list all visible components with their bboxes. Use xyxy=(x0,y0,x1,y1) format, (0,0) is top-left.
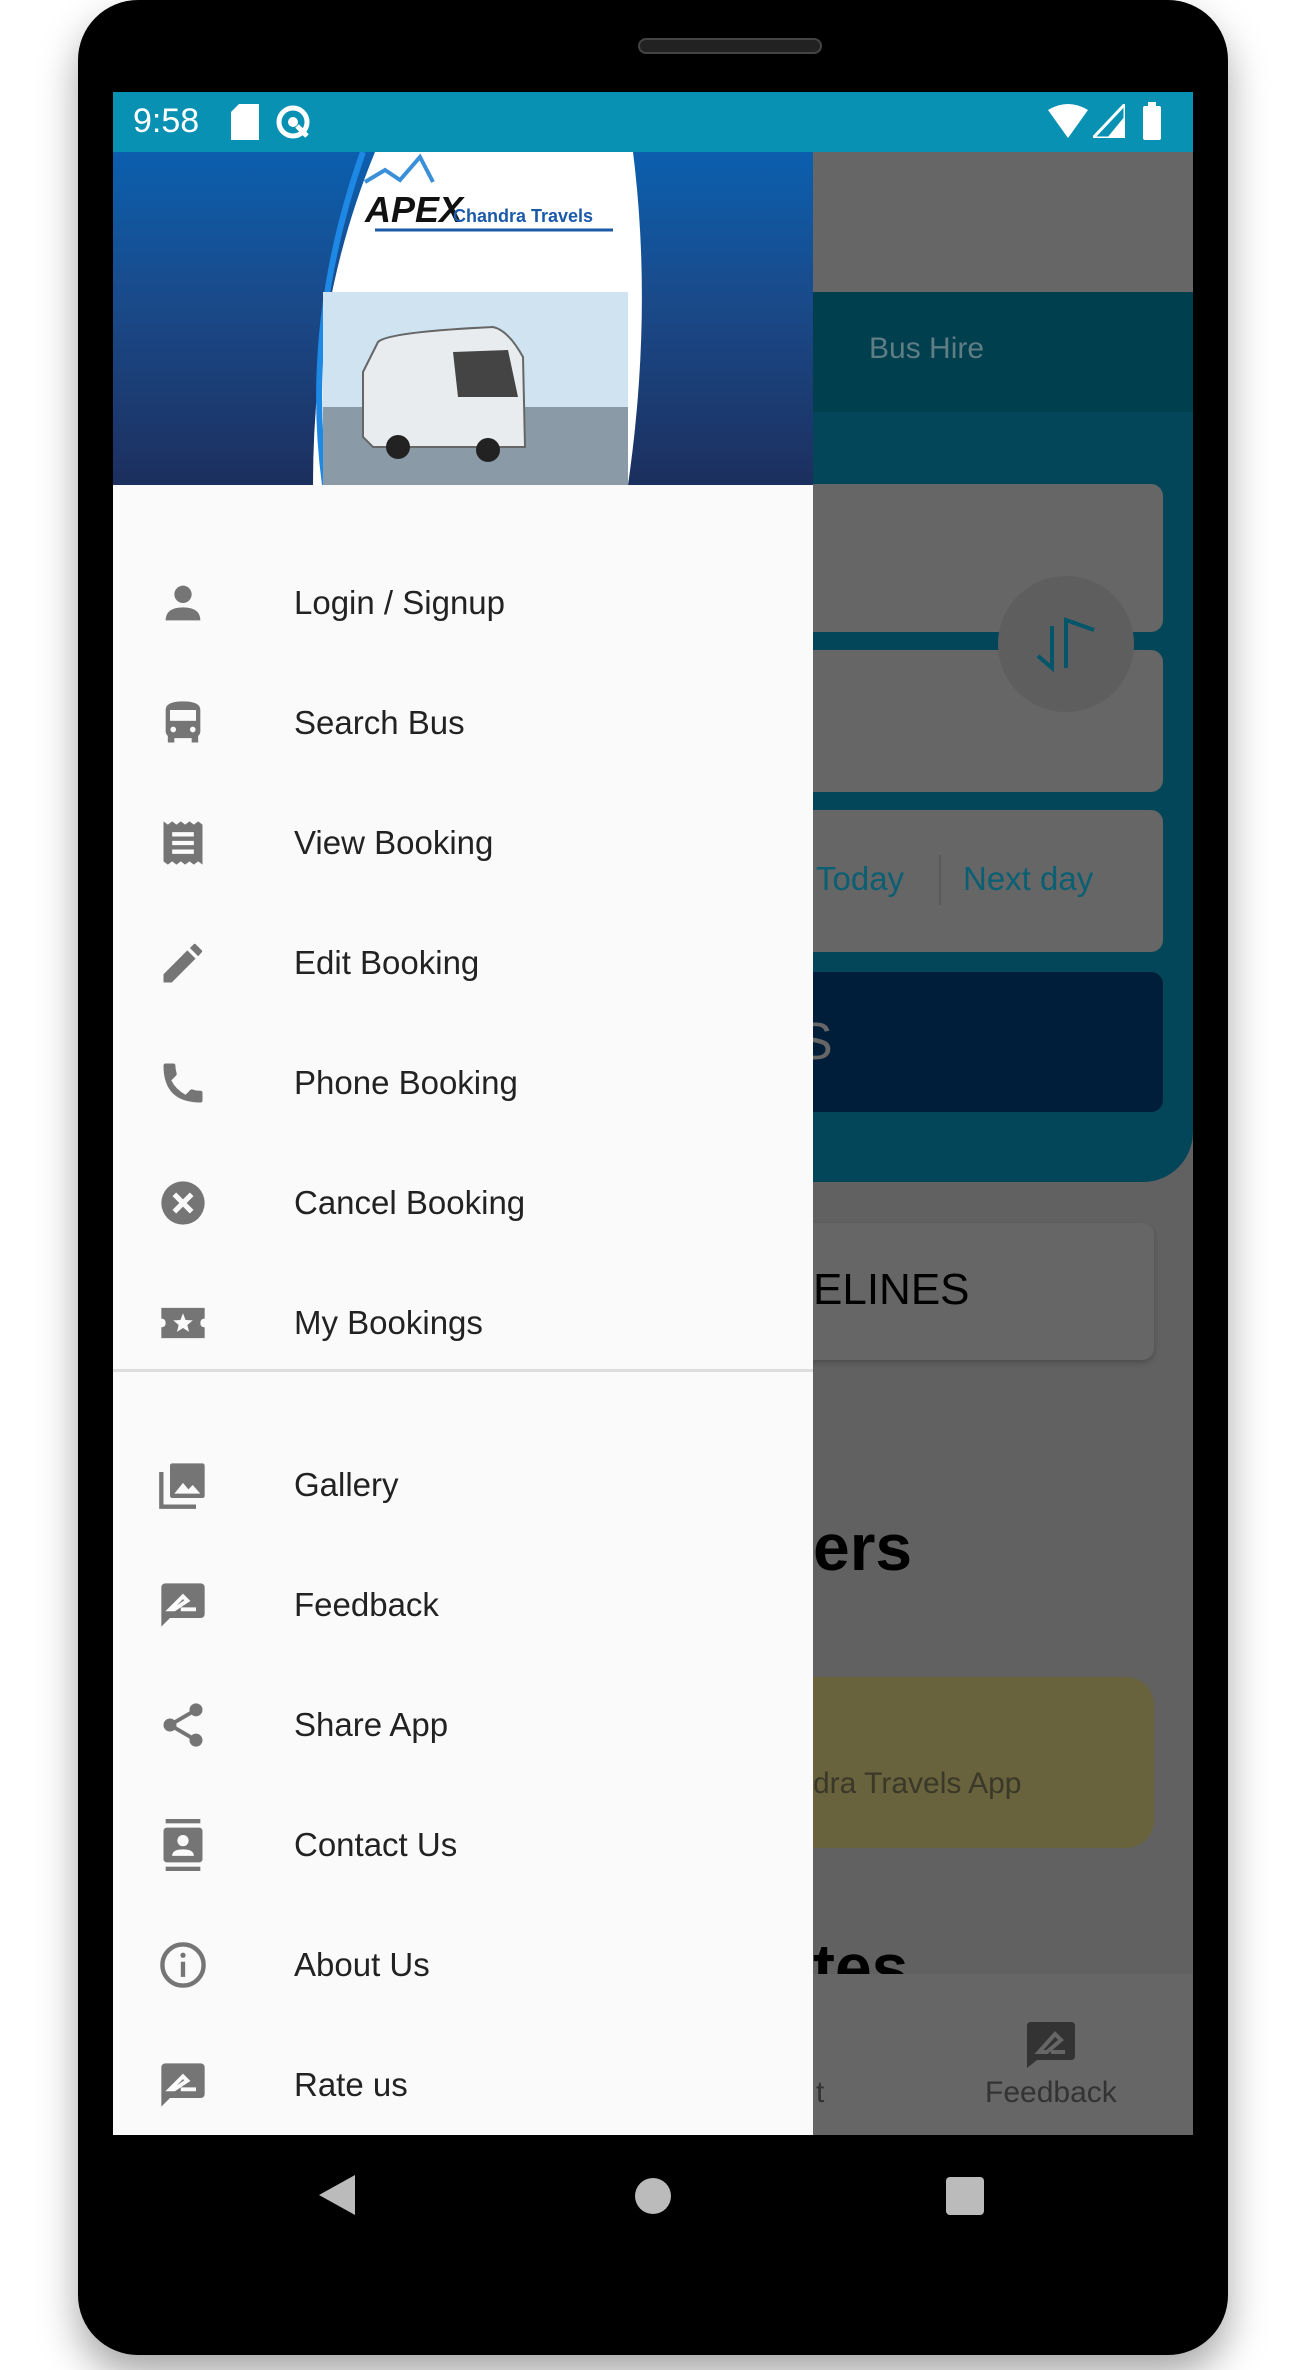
menu-item-phone-booking[interactable]: Phone Booking xyxy=(113,1028,813,1138)
menu-item-label: Phone Booking xyxy=(294,1064,518,1101)
menu-item-label: Edit Booking xyxy=(294,944,480,981)
status-bar: 9:58 xyxy=(113,92,1193,152)
next-day-button[interactable]: Next day xyxy=(963,860,1093,898)
pencil-icon xyxy=(163,943,203,983)
offers-heading: ers xyxy=(813,1510,913,1584)
bottom-nav-item-label[interactable]: t xyxy=(816,2076,824,2110)
status-time: 9:58 xyxy=(133,102,200,140)
menu-item-label: Cancel Booking xyxy=(294,1184,526,1221)
receipt-icon xyxy=(163,821,203,865)
cancel-icon xyxy=(161,1181,205,1225)
menu-item-feedback[interactable]: Feedback xyxy=(113,1550,813,1660)
phone-icon xyxy=(163,1063,203,1103)
person-icon xyxy=(165,585,201,621)
wifi-icon xyxy=(1048,104,1088,138)
menu-item-my-bookings[interactable]: My Bookings xyxy=(113,1268,813,1378)
menu-item-cancel-booking[interactable]: Cancel Booking xyxy=(113,1148,813,1258)
menu-item-label: Gallery xyxy=(294,1466,399,1503)
info-icon xyxy=(160,1942,206,1988)
screen: 9:58 Bus Hire Today Next day S ELINES er… xyxy=(113,92,1193,2135)
menu-item-contact-us[interactable]: Contact Us xyxy=(113,1790,813,1900)
menu-item-label: Share App xyxy=(294,1706,449,1743)
menu-divider xyxy=(113,1369,813,1372)
bus-icon xyxy=(165,701,201,743)
contact-icon xyxy=(163,1819,203,1871)
menu-item-label: View Booking xyxy=(294,824,494,861)
speaker xyxy=(638,38,822,54)
signal-icon xyxy=(1093,104,1125,138)
recents-icon[interactable] xyxy=(946,2177,984,2215)
guidelines-label: ELINES xyxy=(813,1265,970,1314)
feedback-icon xyxy=(161,1583,205,1627)
navigation-drawer: APEX Chandra Travels Login / Signup Sear… xyxy=(113,152,813,2135)
menu-item-label: Contact Us xyxy=(294,1826,458,1863)
svg-text:Chandra Travels: Chandra Travels xyxy=(453,206,593,226)
back-icon[interactable] xyxy=(319,2175,355,2215)
apex-logo: APEX Chandra Travels xyxy=(313,152,642,485)
date-divider xyxy=(939,855,941,905)
menu-item-about-us[interactable]: About Us xyxy=(113,1910,813,2020)
menu-item-label: Feedback xyxy=(294,1586,439,1623)
svg-text:APEX: APEX xyxy=(364,189,465,230)
menu-item-search-bus[interactable]: Search Bus xyxy=(113,668,813,778)
today-button[interactable]: Today xyxy=(816,860,904,898)
menu-item-label: My Bookings xyxy=(294,1304,483,1341)
menu-item-label: About Us xyxy=(294,1946,430,1983)
feedback-icon xyxy=(1027,2022,1075,2068)
menu-item-rate-us[interactable]: Rate us xyxy=(113,2030,813,2135)
ticket-icon xyxy=(161,1307,205,1339)
drawer-header: APEX Chandra Travels xyxy=(113,152,813,485)
tab-bus-hire[interactable]: Bus Hire xyxy=(869,332,984,366)
share-icon xyxy=(163,1703,203,1747)
bottom-nav-feedback[interactable]: Feedback xyxy=(985,2076,1117,2110)
menu-item-view-booking[interactable]: View Booking xyxy=(113,788,813,898)
swap-button[interactable] xyxy=(998,576,1134,712)
menu-item-share-app[interactable]: Share App xyxy=(113,1670,813,1780)
rate-icon xyxy=(161,2063,205,2107)
gallery-icon xyxy=(159,1463,205,1509)
menu-item-login-signup[interactable]: Login / Signup xyxy=(113,548,813,658)
menu-item-label: Login / Signup xyxy=(294,584,506,621)
menu-item-edit-booking[interactable]: Edit Booking xyxy=(113,908,813,1018)
offer-text: dra Travels App xyxy=(813,1767,1022,1800)
sync-icon xyxy=(276,105,310,139)
home-icon[interactable] xyxy=(634,2177,672,2215)
menu-item-label: Rate us xyxy=(294,2066,408,2103)
system-nav-bar xyxy=(113,2135,1193,2255)
menu-item-label: Search Bus xyxy=(294,704,465,741)
swap-icon xyxy=(1036,617,1095,672)
battery-icon xyxy=(1143,102,1161,140)
sd-card-icon xyxy=(231,104,259,140)
menu-item-gallery[interactable]: Gallery xyxy=(113,1430,813,1540)
